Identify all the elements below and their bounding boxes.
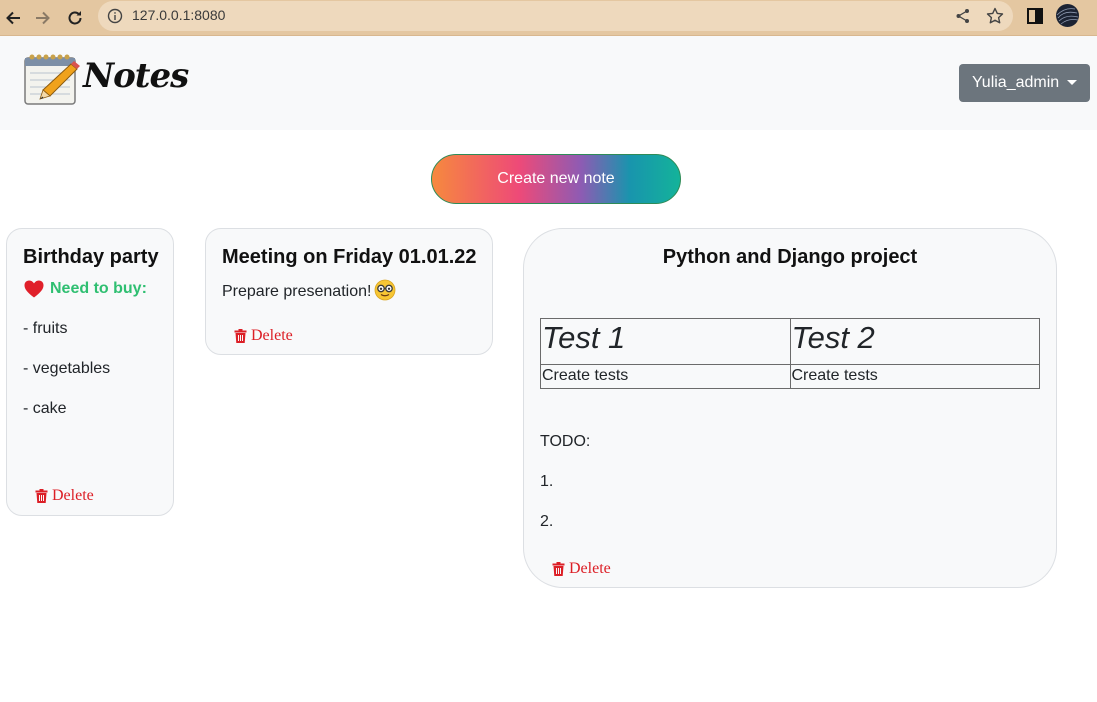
trash-icon bbox=[552, 562, 565, 576]
browser-toolbar: 127.0.0.1:8080 bbox=[0, 0, 1097, 36]
user-menu-label: Yulia_admin bbox=[972, 74, 1060, 91]
note-card: Meeting on Friday 01.01.22 Prepare prese… bbox=[205, 228, 493, 355]
delete-note-button[interactable]: Delete bbox=[552, 560, 611, 578]
notepad-pencil-icon[interactable] bbox=[23, 50, 81, 106]
star-icon[interactable] bbox=[985, 6, 1005, 26]
trash-icon bbox=[35, 489, 48, 503]
profile-avatar[interactable] bbox=[1056, 4, 1079, 27]
delete-label: Delete bbox=[251, 327, 293, 344]
list-item: - fruits bbox=[23, 320, 68, 337]
table-cell: Create tests bbox=[540, 364, 791, 389]
caret-down-icon bbox=[1067, 80, 1077, 85]
share-icon[interactable] bbox=[954, 7, 972, 25]
forward-icon[interactable] bbox=[30, 5, 56, 31]
need-to-buy-label: Need to buy: bbox=[50, 280, 147, 297]
reload-icon[interactable] bbox=[62, 5, 88, 31]
tests-table: Test 1 Test 2 Create tests Create tests bbox=[540, 318, 1040, 389]
address-bar[interactable]: 127.0.0.1:8080 bbox=[98, 1, 1013, 31]
note-title: Python and Django project bbox=[662, 246, 918, 268]
info-icon[interactable] bbox=[107, 8, 123, 24]
brand-name[interactable]: Notes bbox=[83, 56, 189, 96]
need-to-buy-heading: Need to buy: bbox=[23, 278, 147, 300]
user-menu-button[interactable]: Yulia_admin bbox=[959, 64, 1090, 102]
table-header-cell: Test 1 bbox=[540, 318, 791, 365]
note-card: Python and Django project Test 1 Test 2 … bbox=[523, 228, 1057, 588]
todo-label: TODO: bbox=[540, 433, 591, 450]
delete-label: Delete bbox=[52, 487, 94, 504]
site-header: Notes Yulia_admin bbox=[0, 36, 1097, 130]
delete-label: Delete bbox=[569, 560, 611, 577]
list-item: - vegetables bbox=[23, 360, 111, 377]
table-header-row: Test 1 Test 2 bbox=[540, 318, 1040, 365]
todo-item: 1. bbox=[540, 473, 554, 490]
note-body-text: Prepare presenation! bbox=[222, 283, 372, 300]
note-title: Birthday party bbox=[23, 246, 159, 268]
url-text[interactable]: 127.0.0.1:8080 bbox=[132, 7, 225, 23]
table-header-cell: Test 2 bbox=[789, 318, 1040, 365]
side-panel-icon[interactable] bbox=[1026, 7, 1044, 25]
list-item: - cake bbox=[23, 400, 67, 417]
delete-note-button[interactable]: Delete bbox=[35, 487, 94, 505]
table-cell: Create tests bbox=[789, 364, 1040, 389]
nerd-face-icon bbox=[375, 279, 396, 301]
note-card: Birthday party Need to buy: - fruits - v… bbox=[6, 228, 174, 516]
create-note-button[interactable]: Create new note bbox=[431, 154, 681, 204]
todo-item: 2. bbox=[540, 513, 554, 530]
trash-icon bbox=[234, 329, 247, 343]
delete-note-button[interactable]: Delete bbox=[234, 327, 293, 345]
heart-icon bbox=[24, 280, 44, 298]
back-icon[interactable] bbox=[0, 5, 26, 31]
note-title: Meeting on Friday 01.01.22 bbox=[222, 246, 477, 268]
note-body: Prepare presenation! bbox=[222, 279, 396, 301]
table-row: Create tests Create tests bbox=[540, 364, 1040, 389]
